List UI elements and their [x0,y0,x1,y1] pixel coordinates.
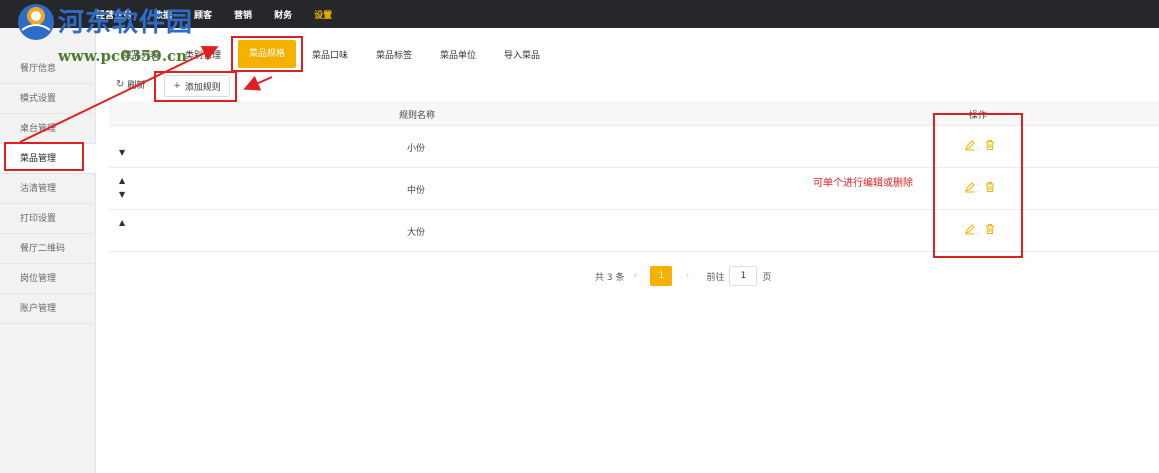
sidebar-item-mode-settings[interactable]: 模式设置 [0,84,96,114]
spec-name: 中份 [407,186,426,196]
annotation-box-add-rule [154,71,237,102]
column-header-name: 规则名称 [399,111,436,121]
refresh-button[interactable]: ↻ 刷新 [116,78,145,91]
sidebar-item-account-management[interactable]: 账户管理 [0,294,96,324]
tab-dish-tag[interactable]: 菜品标签 [376,48,412,61]
next-page-button[interactable]: › [676,266,698,286]
pagination: 共 3 条 ‹ 1 › 前往 1 页 [595,266,771,286]
annotation-box-actions [933,113,1023,258]
move-down-icon[interactable]: ▼ [119,148,125,157]
topnav-item-finance[interactable]: 财务 [274,8,292,21]
tab-import-dishes[interactable]: 导入菜品 [504,48,540,61]
topnav-item-marketing[interactable]: 营销 [234,8,252,21]
arrow-to-add-rule [243,75,273,91]
tab-category-management[interactable]: 类别管理 [185,48,221,61]
tab-dish-unit[interactable]: 菜品单位 [440,48,476,61]
sidebar-item-qrcode[interactable]: 餐厅二维码 [0,234,96,264]
refresh-label: 刷新 [127,81,146,91]
sidebar-item-position-management[interactable]: 岗位管理 [0,264,96,294]
sidebar: 餐厅信息 模式设置 桌台管理 菜品管理 沽清管理 打印设置 餐厅二维码 岗位管理… [0,28,96,473]
app-root: 经营业务 数据 顾客 营销 财务 设置 餐厅信息 模式设置 桌台管理 菜品管理 … [0,0,1159,473]
spec-name: 小份 [407,144,426,154]
move-down-icon[interactable]: ▼ [119,190,125,199]
sidebar-item-soldout-management[interactable]: 沽清管理 [0,174,96,204]
watermark-title: 河东软件园 [58,8,194,38]
sidebar-item-print-settings[interactable]: 打印设置 [0,204,96,234]
pagination-total: 共 3 条 [595,272,625,283]
topnav-item-settings[interactable]: 设置 [314,8,332,21]
goto-label: 前往 [706,272,725,283]
move-up-icon[interactable]: ▲ [119,218,125,227]
sidebar-item-table-management[interactable]: 桌台管理 [0,114,96,144]
move-up-icon[interactable]: ▲ [119,176,125,185]
goto-page-input[interactable]: 1 [729,266,758,286]
annotation-box-spec-tab [231,36,303,72]
watermark-url: www.pc0359.cn [58,47,188,65]
watermark-logo [18,4,54,40]
tab-dish-flavor[interactable]: 菜品口味 [312,48,348,61]
prev-page-button[interactable]: ‹ [624,266,646,286]
current-page-button[interactable]: 1 [650,266,673,286]
spec-name: 大份 [407,228,426,238]
refresh-icon: ↻ [116,79,125,90]
topnav-item-customers[interactable]: 顾客 [194,8,212,21]
page-suffix: 页 [762,272,772,283]
annotation-box-dish-management [4,142,84,171]
annotation-note: 可单个进行编辑或删除 [813,178,913,189]
